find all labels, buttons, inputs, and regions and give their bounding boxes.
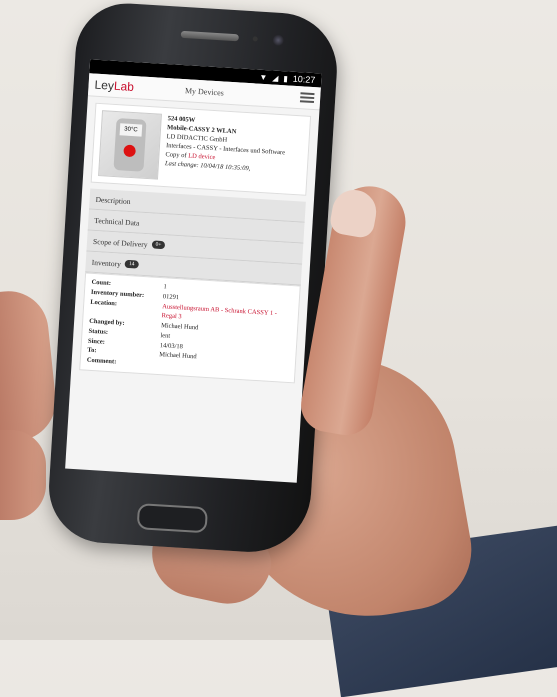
signal-icon: ◢ [272, 72, 279, 83]
phone-sensor [252, 36, 258, 42]
hand-finger [0, 430, 46, 520]
home-button[interactable] [136, 503, 209, 534]
front-camera [272, 34, 284, 47]
wifi-icon: ▼ [259, 72, 268, 82]
accordion: Description Technical Data Scope of Deli… [85, 188, 306, 286]
accordion-label: Description [95, 194, 131, 206]
hand-finger [0, 287, 60, 443]
device-info: 524 005W Mobile-CASSY 2 WLAN LD DIDACTIC… [164, 114, 287, 187]
count-badge: 14 [124, 259, 139, 269]
device-illustration: 30°C [113, 118, 147, 172]
phone-speaker [180, 30, 239, 42]
accordion-label: Technical Data [94, 215, 140, 228]
phone-screen: ▼ ◢ ▮ 10:27 LeyLab My Devices 30°C 524 0… [65, 59, 322, 483]
accordion-label: Scope of Delivery [92, 236, 148, 249]
device-card[interactable]: 30°C 524 005W Mobile-CASSY 2 WLAN LD DID… [90, 102, 312, 196]
copy-prefix: Copy of [165, 151, 187, 160]
count-badge: 0+ [151, 240, 166, 250]
hamburger-menu-icon[interactable] [299, 92, 315, 105]
device-button [123, 144, 136, 158]
smartphone: ▼ ◢ ▮ 10:27 LeyLab My Devices 30°C 524 0… [45, 0, 341, 556]
status-time: 10:27 [292, 73, 316, 86]
detail-value: lent [160, 331, 171, 340]
device-display: 30°C [119, 123, 143, 137]
device-image: 30°C [98, 110, 162, 180]
inventory-details: Count: 1 Inventory number: 01291 Location:… [79, 272, 301, 384]
accordion-label: Inventory [91, 257, 122, 269]
photo-scene: ▼ ◢ ▮ 10:27 LeyLab My Devices 30°C 524 0… [0, 0, 557, 697]
battery-icon: ▮ [283, 73, 289, 83]
detail-value: 1 [163, 283, 167, 291]
